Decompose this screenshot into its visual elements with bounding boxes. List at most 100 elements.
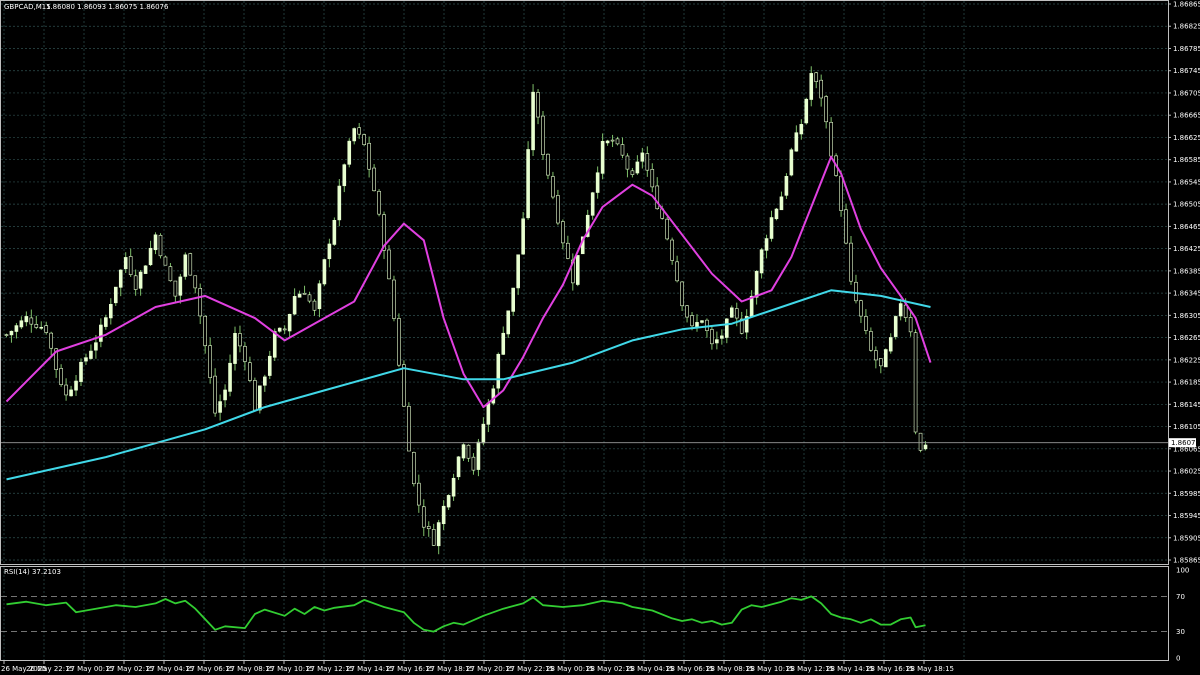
candle-body (133, 275, 138, 290)
candle-body (436, 522, 441, 547)
candle-body (496, 353, 501, 389)
candle-body (312, 300, 317, 311)
price-tick-label: 1.85985 (1173, 490, 1200, 498)
candle-body (615, 138, 620, 145)
candle-body (307, 294, 312, 302)
chart-canvas: 1.86865 1.86825 1.86785 1.86745 1.86705 1.866… (0, 0, 1200, 675)
candle-body (253, 380, 257, 411)
candle-body (630, 170, 635, 175)
candle-body (521, 218, 525, 255)
candle-body (138, 271, 143, 289)
price-tick-label: 1.86545 (1173, 178, 1200, 186)
candle-body (203, 315, 207, 346)
candle-body (918, 432, 923, 451)
candle-body (263, 376, 267, 386)
candle-body (248, 362, 252, 381)
candle-body (893, 316, 898, 337)
candle-body (640, 152, 645, 162)
candle-body (153, 234, 158, 251)
candle-body (794, 132, 799, 152)
candle-body (610, 139, 615, 142)
candle-body (34, 324, 39, 328)
candle-body (898, 303, 903, 317)
candle-body (163, 256, 168, 266)
candle-body (690, 315, 694, 327)
candle-body (238, 333, 242, 347)
candle-body (655, 185, 660, 210)
candle-body (317, 283, 322, 310)
candle-body (804, 98, 809, 124)
candle-body (869, 331, 873, 351)
candle-body (392, 279, 396, 319)
candle-body (551, 176, 555, 198)
candle-body (272, 331, 277, 358)
candle-body (531, 91, 535, 151)
price-tick-label: 1.86505 (1173, 201, 1200, 209)
candle-body (665, 218, 669, 240)
candle-body (49, 332, 53, 349)
candle-body (566, 242, 570, 259)
candle-body (29, 317, 34, 325)
price-tick-label: 1.86785 (1173, 45, 1200, 53)
candle-body (322, 259, 327, 285)
candle-body (590, 192, 595, 216)
candle-body (700, 320, 704, 323)
candle-body (287, 313, 292, 332)
price-tick-label: 1.86225 (1173, 356, 1200, 364)
price-tick-label: 1.86465 (1173, 223, 1200, 231)
candle-body (903, 304, 908, 318)
candle-body (223, 389, 227, 401)
candle-body (874, 350, 878, 361)
price-tick-label: 1.86705 (1173, 89, 1200, 97)
candle-body (556, 195, 560, 224)
current-price-value: 1.86076 (1171, 439, 1200, 447)
candle-body (879, 358, 883, 367)
candle-body (128, 256, 133, 275)
candle-body (769, 217, 774, 239)
candle-body (814, 72, 819, 82)
candle-body (799, 124, 804, 135)
candle-body (451, 477, 456, 497)
candle-body (883, 349, 888, 368)
rsi-tick-label: 100 (1176, 567, 1189, 575)
candle-body (824, 96, 828, 123)
candle-body (819, 79, 823, 99)
candle-body (39, 326, 44, 329)
candle-body (431, 529, 436, 546)
candle-body (720, 335, 724, 339)
candle-body (710, 329, 714, 345)
candle-body (446, 495, 451, 508)
candle-body (839, 175, 843, 211)
ohlc-values: 1.86080 1.86093 1.86075 1.86076 (46, 3, 169, 11)
candle-body (759, 249, 764, 274)
candle-body (183, 254, 188, 277)
candle-body (829, 121, 833, 157)
candle-body (337, 185, 342, 221)
candle-body (367, 142, 371, 170)
candle-body (859, 300, 863, 317)
candle-body (854, 281, 858, 302)
candle-body (208, 345, 212, 378)
candle-body (407, 405, 411, 452)
candle-body (84, 357, 88, 362)
candle-body (44, 325, 49, 333)
candle-body (715, 339, 719, 344)
candle-body (764, 238, 769, 251)
candle-body (292, 296, 297, 315)
candle-body (188, 253, 193, 276)
candle-body (536, 92, 540, 118)
candle-body (143, 265, 148, 274)
candle-body (19, 320, 24, 328)
candle-body (417, 482, 421, 506)
candle-body (332, 220, 337, 245)
candle-body (148, 247, 153, 266)
candle-body (575, 255, 580, 285)
candle-body (844, 209, 848, 244)
candle-body (685, 305, 689, 318)
candle-body (650, 169, 655, 188)
candle-body (357, 127, 361, 135)
candle-body (675, 261, 679, 282)
candle-body (59, 368, 63, 385)
candle-body (501, 332, 506, 355)
candle-body (620, 144, 625, 156)
